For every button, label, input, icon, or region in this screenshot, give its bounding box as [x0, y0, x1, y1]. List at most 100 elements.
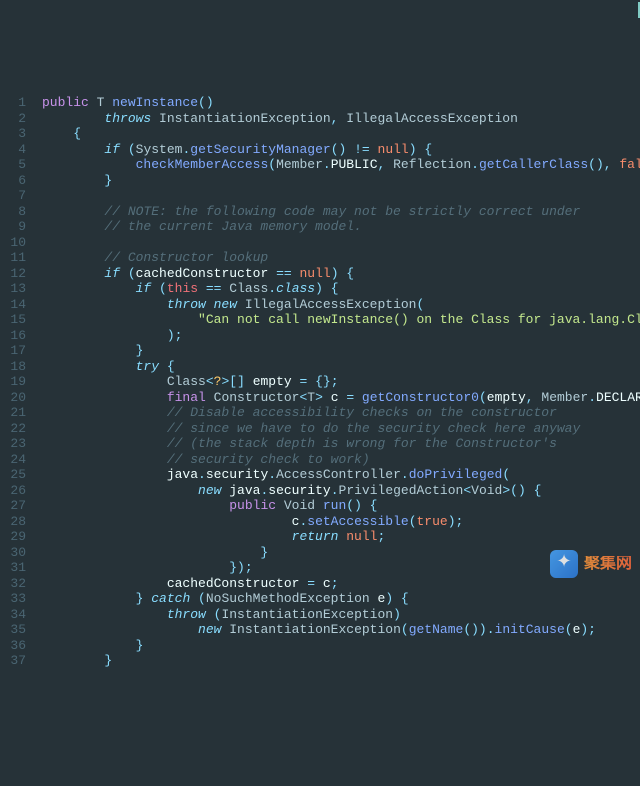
code-content[interactable]: public T newInstance() throws Instantiat…: [36, 95, 640, 677]
line-number: 14: [0, 297, 26, 313]
token-punc: .: [268, 281, 276, 296]
token-white: java: [167, 467, 198, 482]
watermark: ✦ 聚集网: [550, 550, 632, 578]
line-number: 33: [0, 591, 26, 607]
code-line[interactable]: // NOTE: the following code may not be s…: [42, 204, 640, 220]
token-punc: ,: [526, 390, 542, 405]
token-kw2: throw: [167, 607, 214, 622]
token-null: null: [299, 266, 330, 281]
token-white: [42, 235, 50, 250]
code-line[interactable]: {: [42, 126, 640, 142]
token-white: [42, 281, 136, 296]
code-line[interactable]: // Constructor lookup: [42, 250, 640, 266]
token-white: [42, 498, 229, 513]
code-line[interactable]: }: [42, 653, 640, 669]
code-line[interactable]: java.security.AccessController.doPrivile…: [42, 467, 640, 483]
line-number: 27: [0, 498, 26, 514]
token-punc: <: [463, 483, 471, 498]
token-type: Void: [284, 498, 323, 513]
code-line[interactable]: public T newInstance(): [42, 95, 640, 111]
code-line[interactable]: return null;: [42, 529, 640, 545]
token-punc: =: [346, 390, 362, 405]
code-line[interactable]: try {: [42, 359, 640, 375]
line-number: 7: [0, 188, 26, 204]
code-line[interactable]: c.setAccessible(true);: [42, 514, 640, 530]
token-white: [42, 188, 50, 203]
code-line[interactable]: throws InstantiationException, IllegalAc…: [42, 111, 640, 127]
code-line[interactable]: [42, 235, 640, 251]
line-number: 1: [0, 95, 26, 111]
code-line[interactable]: new java.security.PrivilegedAction<Void>…: [42, 483, 640, 499]
token-type: IllegalAccessException: [346, 111, 518, 126]
token-punc: (: [128, 142, 136, 157]
line-number: 26: [0, 483, 26, 499]
token-punc: );: [580, 622, 596, 637]
token-punc: ==: [276, 266, 299, 281]
token-white: [42, 266, 104, 281]
code-line[interactable]: }: [42, 343, 640, 359]
token-fn: run: [323, 498, 346, 513]
line-number: 29: [0, 529, 26, 545]
token-white: e: [573, 622, 581, 637]
line-number: 4: [0, 142, 26, 158]
token-punc: >[]: [221, 374, 252, 389]
token-white: cachedConstructor: [136, 266, 276, 281]
line-number: 36: [0, 638, 26, 654]
token-punc: (: [214, 607, 222, 622]
code-line[interactable]: // the current Java memory model.: [42, 219, 640, 235]
token-punc: });: [42, 560, 253, 575]
code-line[interactable]: new InstantiationException(getName()).in…: [42, 622, 640, 638]
code-line[interactable]: );: [42, 328, 640, 344]
code-line[interactable]: final Constructor<T> c = getConstructor0…: [42, 390, 640, 406]
token-kw2: if: [104, 266, 127, 281]
token-kw2: throw new: [167, 297, 245, 312]
code-line[interactable]: } catch (NoSuchMethodException e) {: [42, 591, 640, 607]
code-line[interactable]: Class<?>[] empty = {};: [42, 374, 640, 390]
token-punc: .: [198, 467, 206, 482]
code-line[interactable]: throw new IllegalAccessException(: [42, 297, 640, 313]
token-punc: () {: [346, 498, 377, 513]
line-number: 22: [0, 421, 26, 437]
code-line[interactable]: public Void run() {: [42, 498, 640, 514]
line-number: 15: [0, 312, 26, 328]
code-editor[interactable]: 1234567891011121314151617181920212223242…: [0, 93, 640, 677]
token-white: empty: [487, 390, 526, 405]
code-line[interactable]: if (System.getSecurityManager() != null)…: [42, 142, 640, 158]
code-line[interactable]: // Disable accessibility checks on the c…: [42, 405, 640, 421]
code-line[interactable]: }: [42, 173, 640, 189]
code-line[interactable]: // security check to work): [42, 452, 640, 468]
code-line[interactable]: }: [42, 638, 640, 654]
token-fn: getName: [409, 622, 464, 637]
code-line[interactable]: // since we have to do the security chec…: [42, 421, 640, 437]
token-kw2: new: [198, 483, 229, 498]
token-punc: !=: [354, 142, 377, 157]
code-line[interactable]: // (the stack depth is wrong for the Con…: [42, 436, 640, 452]
line-number: 37: [0, 653, 26, 669]
line-number: 12: [0, 266, 26, 282]
token-punc: (: [416, 297, 424, 312]
token-green: "Can not call newInstance() on the Class…: [198, 312, 640, 327]
token-white: [42, 529, 292, 544]
code-line[interactable]: throw (InstantiationException): [42, 607, 640, 623]
code-line[interactable]: [42, 188, 640, 204]
code-line[interactable]: checkMemberAccess(Member.PUBLIC, Reflect…: [42, 157, 640, 173]
token-white: e: [378, 591, 386, 606]
token-kw2: try: [136, 359, 167, 374]
token-white: [42, 622, 198, 637]
token-punc: >() {: [502, 483, 541, 498]
token-type: T: [307, 390, 315, 405]
token-white: [42, 157, 136, 172]
token-punc: .: [588, 390, 596, 405]
token-kw2: if: [136, 281, 159, 296]
token-punc: .: [331, 483, 339, 498]
code-line[interactable]: if (this == Class.class) {: [42, 281, 640, 297]
code-line[interactable]: "Can not call newInstance() on the Class…: [42, 312, 640, 328]
line-number: 35: [0, 622, 26, 638]
code-line[interactable]: if (cachedConstructor == null) {: [42, 266, 640, 282]
token-fn: initCause: [495, 622, 565, 637]
token-white: [42, 374, 167, 389]
token-punc: (: [409, 514, 417, 529]
line-number: 21: [0, 405, 26, 421]
token-punc: (): [331, 142, 354, 157]
token-null: false: [619, 157, 640, 172]
